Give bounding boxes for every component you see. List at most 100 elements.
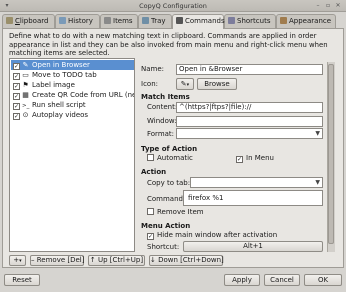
list-item-label: Autoplay videos	[32, 111, 89, 119]
list-item-label: Open in Browser	[32, 61, 90, 69]
tab-label: History	[68, 17, 93, 25]
shortcuts-icon	[228, 17, 235, 24]
remove-item-label: Remove Item	[157, 208, 204, 216]
format-combo[interactable]: ▼	[176, 128, 323, 139]
checkbox-checked-icon[interactable]: ✓	[13, 63, 20, 70]
list-item-label: Label image	[32, 81, 75, 89]
hide-main-window-label: Hide main window after activation	[157, 231, 278, 239]
tab-items[interactable]: Items	[100, 14, 138, 28]
format-label: Format:	[147, 130, 175, 138]
automatic-checkbox[interactable]: Automatic	[147, 154, 193, 162]
name-field[interactable]: Open in &Browser	[176, 64, 323, 75]
ok-button[interactable]: OK	[304, 274, 342, 286]
match-items-title: Match Items	[141, 93, 190, 101]
in-menu-label: In Menu	[246, 154, 274, 162]
config-tabs: Clipboard History Items Tray Commands Sh…	[2, 14, 344, 29]
window-field[interactable]	[176, 116, 323, 127]
checkbox-checked-icon[interactable]: ✓	[13, 83, 20, 90]
chevron-down-icon: ▾	[19, 258, 22, 264]
tab-label: Appearance	[289, 17, 332, 25]
arrow-down-icon: ↓	[150, 256, 159, 264]
remove-item-checkbox[interactable]: Remove Item	[147, 208, 204, 216]
checkbox-checked-icon[interactable]: ✓	[13, 93, 20, 100]
move-up-button[interactable]: ↑ Up [Ctrl+Up]	[88, 255, 145, 266]
items-icon	[104, 17, 111, 24]
form-scrollbar-thumb[interactable]	[328, 64, 334, 244]
chevron-down-icon: ▼	[315, 179, 320, 186]
list-item-label: Move to TODO tab	[32, 71, 97, 79]
checkbox-unchecked-icon[interactable]	[147, 208, 154, 215]
in-menu-checkbox[interactable]: ✓ In Menu	[236, 154, 274, 163]
window-menu-icon[interactable]: ▾	[3, 2, 11, 10]
remove-command-button[interactable]: – Remove [Del]	[30, 255, 84, 266]
tab-label: lipboard	[19, 17, 49, 25]
commands-description: Define what to do with a new matching te…	[9, 32, 328, 58]
reset-button[interactable]: Reset	[4, 274, 40, 286]
checkbox-checked-icon[interactable]: ✓	[13, 103, 20, 110]
chevron-down-icon: ▼	[315, 130, 320, 137]
list-item[interactable]: ✓ ✎ Open in Browser	[11, 60, 134, 70]
name-label: Name:	[141, 65, 165, 73]
apply-button[interactable]: Apply	[224, 274, 260, 286]
copy-to-tab-label: Copy to tab:	[147, 179, 191, 187]
automatic-label: Automatic	[157, 154, 193, 162]
tab-appearance[interactable]: Appearance	[276, 14, 336, 28]
list-item[interactable]: ✓ ▦ Create QR Code from URL (nee	[11, 90, 134, 100]
move-down-button[interactable]: ↓ Down [Ctrl+Down]	[149, 255, 224, 266]
content-field[interactable]: ^(https?|ftps?|file)://	[176, 102, 323, 113]
cancel-button[interactable]: Cancel	[264, 274, 300, 286]
edit-icon: ✎	[22, 61, 29, 69]
terminal-icon: >_	[22, 103, 30, 109]
checkbox-checked-icon[interactable]: ✓	[147, 233, 154, 240]
format-combo-value	[177, 129, 179, 137]
checkbox-checked-icon[interactable]: ✓	[236, 156, 243, 163]
list-item[interactable]: ✓ ⚑ Label image	[11, 80, 134, 90]
window-titlebar: CopyQ Configuration	[0, 0, 346, 12]
checkbox-checked-icon[interactable]: ✓	[13, 73, 20, 80]
commands-icon	[176, 17, 183, 24]
copy-to-tab-value	[191, 178, 193, 186]
close-icon[interactable]: ✕	[334, 2, 342, 10]
shortcut-button[interactable]: Alt+1	[183, 241, 323, 252]
down-label: Down [Ctrl+Down]	[158, 256, 224, 264]
window-title: CopyQ Configuration	[139, 2, 207, 10]
list-item-label: Create QR Code from URL (nee	[32, 91, 134, 99]
icon-label: Icon:	[141, 80, 158, 88]
browse-button[interactable]: Browse	[197, 78, 237, 90]
tab-clipboard[interactable]: Clipboard	[2, 14, 55, 28]
window-label: Window:	[147, 117, 177, 125]
list-item-label: Run shell script	[32, 101, 86, 109]
flag-icon: ⚑	[22, 81, 29, 89]
command-list[interactable]: ✓ ✎ Open in Browser ✓ ▭ Move to TODO tab ✓ ⚑ L…	[9, 58, 135, 252]
tab-commands[interactable]: Commands	[172, 14, 225, 29]
tab-label: Tray	[151, 17, 166, 25]
menu-action-title: Menu Action	[141, 222, 191, 230]
tab-label: Commands	[185, 17, 225, 25]
tab-tray[interactable]: Tray	[138, 14, 172, 28]
up-label: Up [Ctrl+Up]	[97, 256, 144, 264]
icon-picker-button[interactable]: ✎▾	[176, 78, 194, 90]
add-command-button[interactable]: +▾	[9, 255, 26, 266]
list-item[interactable]: ✓ ▭ Move to TODO tab	[11, 70, 134, 80]
clipboard-icon	[6, 17, 13, 24]
appearance-icon	[280, 17, 287, 24]
list-item[interactable]: ✓ >_ Run shell script	[11, 100, 134, 110]
list-item[interactable]: ✓ ⊙ Autoplay videos	[11, 110, 134, 120]
minimize-icon[interactable]: –	[314, 2, 322, 10]
copy-to-tab-combo[interactable]: ▼	[190, 177, 323, 188]
tab-label: Shortcuts	[237, 17, 271, 25]
checkbox-checked-icon[interactable]: ✓	[13, 113, 20, 120]
checkbox-unchecked-icon[interactable]	[147, 154, 154, 161]
maximize-icon[interactable]: ▫	[324, 2, 332, 10]
tray-icon	[142, 17, 149, 24]
tab-label: Items	[113, 17, 133, 25]
chevron-down-icon: ▾	[186, 82, 190, 88]
command-field[interactable]: firefox %1	[183, 190, 323, 206]
type-of-action-title: Type of Action	[141, 145, 198, 153]
hide-main-window-checkbox[interactable]: ✓ Hide main window after activation	[147, 231, 277, 240]
command-label: Command:	[147, 195, 186, 203]
tab-shortcuts[interactable]: Shortcuts	[224, 14, 276, 28]
tab-history[interactable]: History	[55, 14, 100, 28]
arrow-up-icon: ↑	[89, 256, 98, 264]
action-title: Action	[141, 168, 167, 176]
